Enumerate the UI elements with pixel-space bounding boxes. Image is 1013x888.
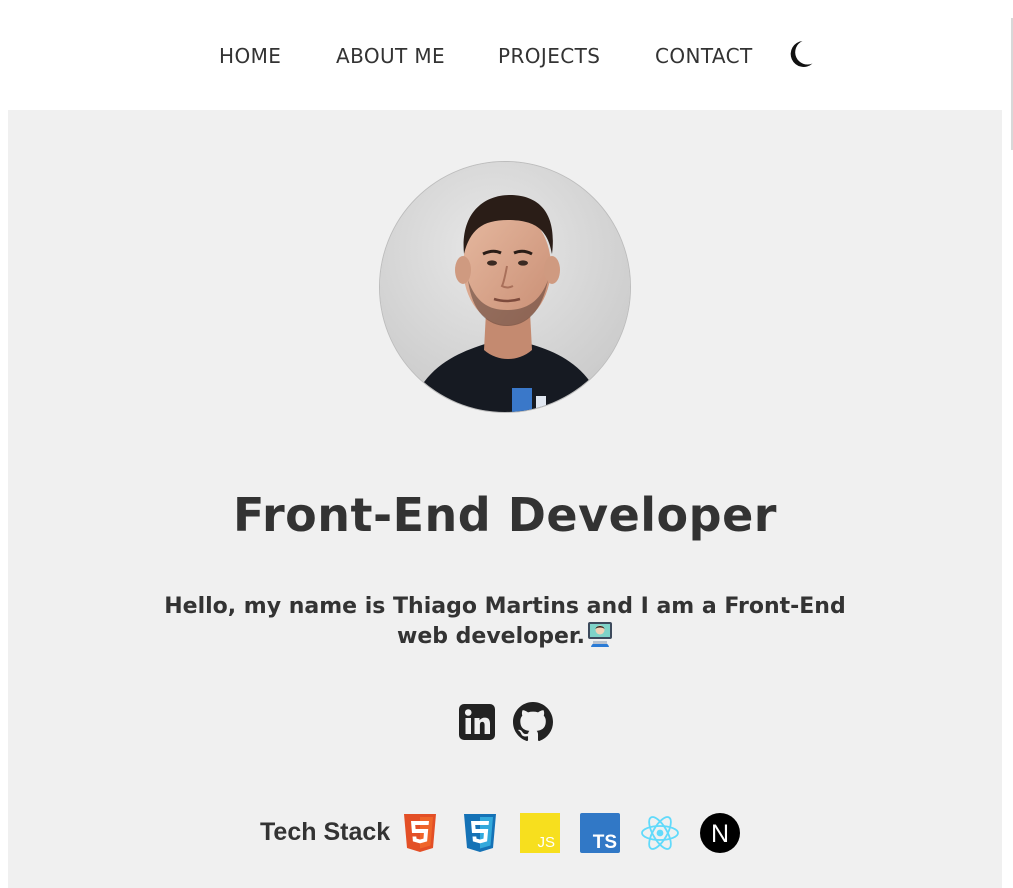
social-links bbox=[8, 702, 1002, 742]
tech-stack-label: Tech Stack bbox=[260, 818, 391, 846]
tech-stack: Tech Stack JS TS N bbox=[260, 813, 760, 857]
nav-home-link[interactable]: HOME bbox=[219, 44, 281, 68]
technologist-emoji-icon bbox=[587, 621, 613, 647]
nav-contact-link[interactable]: CONTACT bbox=[655, 44, 753, 68]
nextjs-icon-label: N bbox=[711, 820, 729, 848]
css3-icon bbox=[460, 813, 500, 853]
moon-icon[interactable] bbox=[784, 38, 814, 70]
page-title: Front-End Developer bbox=[233, 488, 777, 542]
html5-icon bbox=[400, 813, 440, 853]
typescript-icon: TS bbox=[580, 813, 621, 853]
react-icon bbox=[640, 813, 680, 853]
intro-text: Hello, my name is Thiago Martins and I a… bbox=[155, 592, 855, 651]
github-icon[interactable] bbox=[513, 702, 553, 742]
linkedin-icon[interactable] bbox=[457, 702, 497, 742]
nav-projects-link[interactable]: PROJECTS bbox=[498, 44, 600, 68]
profile-photo bbox=[379, 161, 631, 413]
typescript-icon-label: TS bbox=[593, 832, 617, 853]
hero-section: Front-End Developer Hello, my name is Th… bbox=[8, 110, 1002, 888]
javascript-icon-label: JS bbox=[538, 834, 556, 851]
nav-about-link[interactable]: ABOUT ME bbox=[336, 44, 445, 68]
nextjs-icon: N bbox=[700, 813, 741, 853]
javascript-icon: JS bbox=[520, 813, 561, 853]
intro-sentence: Hello, my name is Thiago Martins and I a… bbox=[164, 594, 846, 649]
navbar: HOME ABOUT ME PROJECTS CONTACT bbox=[0, 0, 1013, 150]
